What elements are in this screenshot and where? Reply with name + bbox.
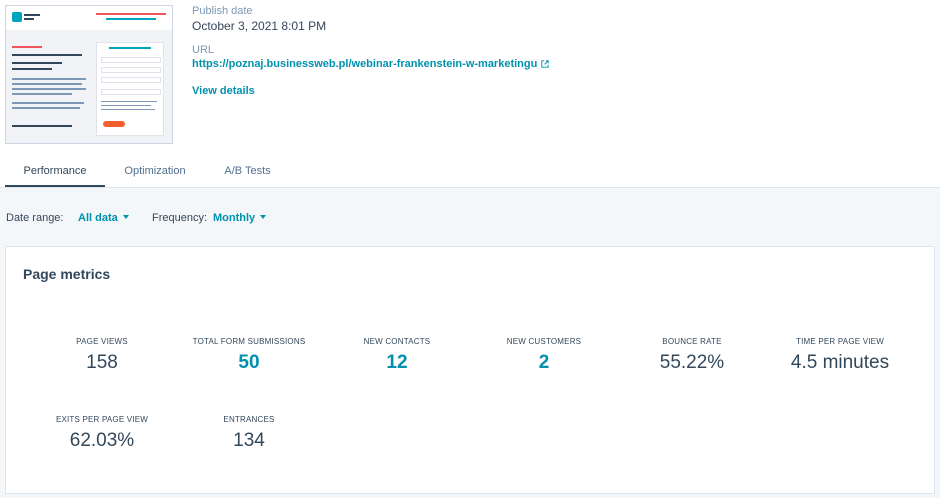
metric-label: ENTRANCES	[223, 415, 275, 424]
thumbnail-logo-text	[24, 14, 40, 16]
metric-value-link[interactable]: 12	[322, 352, 472, 374]
thumbnail-text-line	[12, 46, 42, 48]
thumbnail-form-button	[103, 121, 125, 127]
page-metrics-card: Page metrics PAGE VIEWS 158 TOTAL FORM S…	[5, 246, 935, 494]
metric-value: 134	[233, 430, 265, 451]
frequency-dropdown[interactable]: Monthly	[213, 212, 267, 224]
thumbnail-text-line	[12, 54, 82, 56]
tab-optimization[interactable]: Optimization	[110, 156, 200, 188]
thumbnail-text-line	[12, 62, 62, 64]
metric-value: 55.22%	[659, 352, 725, 373]
thumbnail-text-line	[12, 78, 86, 80]
metric-label: BOUNCE RATE	[662, 337, 722, 346]
frequency-label: Frequency:	[152, 212, 208, 224]
metric-label: NEW CUSTOMERS	[506, 337, 582, 346]
metric-time-per-page-view: TIME PER PAGE VIEW 4.5 minutes	[765, 337, 915, 374]
date-range-value: All data	[78, 212, 118, 224]
metric-value: 62.03%	[69, 430, 135, 451]
metric-label: TOTAL FORM SUBMISSIONS	[192, 337, 306, 346]
metric-value: 158	[86, 352, 118, 373]
thumbnail-text-line	[12, 102, 84, 104]
page-url-text: https://poznaj.businessweb.pl/webinar-fr…	[192, 58, 538, 70]
thumbnail-form-text	[101, 101, 157, 102]
frequency-value: Monthly	[213, 212, 256, 224]
caret-down-icon	[260, 215, 267, 219]
thumbnail-form-text	[101, 109, 155, 110]
thumbnail-form	[96, 42, 164, 136]
date-range-label: Date range:	[6, 212, 64, 224]
metric-label: EXITS PER PAGE VIEW	[55, 415, 149, 424]
thumbnail-form-field	[101, 77, 161, 83]
caret-down-icon	[122, 215, 129, 219]
external-link-icon	[541, 60, 550, 68]
thumbnail-form-text	[101, 105, 151, 106]
metric-label: PAGE VIEWS	[76, 337, 128, 346]
publish-date-value: October 3, 2021 8:01 PM	[192, 19, 327, 33]
metric-label: TIME PER PAGE VIEW	[796, 337, 884, 346]
metric-value-link[interactable]: 50	[174, 352, 324, 374]
thumbnail-form-field	[101, 67, 161, 73]
metric-new-contacts: NEW CONTACTS 12	[322, 337, 472, 374]
tab-divider	[0, 187, 940, 188]
date-range-dropdown[interactable]: All data	[78, 212, 129, 224]
metric-value-link[interactable]: 2	[469, 352, 619, 374]
thumbnail-form-field	[101, 89, 161, 95]
page-metrics-title: Page metrics	[23, 266, 111, 282]
view-details-link[interactable]: View details	[192, 85, 255, 97]
thumbnail-logo-text	[24, 18, 34, 20]
tab-performance[interactable]: Performance	[5, 156, 105, 188]
metric-new-customers: NEW CUSTOMERS 2	[469, 337, 619, 374]
thumbnail-heading	[96, 13, 166, 15]
thumbnail-subheading	[106, 18, 156, 20]
page-url-link[interactable]: https://poznaj.businessweb.pl/webinar-fr…	[192, 58, 550, 70]
tab-ab-tests[interactable]: A/B Tests	[205, 156, 290, 188]
thumbnail-form-title	[109, 47, 151, 49]
metric-page-views: PAGE VIEWS 158	[27, 337, 177, 374]
metric-bounce-rate: BOUNCE RATE 55.22%	[617, 337, 767, 374]
thumbnail-text-line	[12, 68, 52, 70]
metric-exits-per-page-view: EXITS PER PAGE VIEW 62.03%	[27, 415, 177, 452]
metric-total-form-submissions: TOTAL FORM SUBMISSIONS 50	[174, 337, 324, 374]
url-label: URL	[192, 44, 215, 56]
thumbnail-text-line	[12, 125, 72, 127]
thumbnail-text-line	[12, 107, 80, 109]
thumbnail-text-line	[12, 93, 72, 95]
thumbnail-text-line	[12, 88, 86, 90]
metric-label: NEW CONTACTS	[363, 337, 431, 346]
page-thumbnail[interactable]	[5, 5, 173, 144]
metric-entrances: ENTRANCES 134	[174, 415, 324, 452]
metric-value: 4.5 minutes	[790, 352, 890, 373]
publish-date-label: Publish date	[192, 5, 253, 17]
thumbnail-text-line	[12, 83, 82, 85]
thumbnail-form-field	[101, 57, 161, 63]
thumbnail-logo	[12, 12, 22, 22]
